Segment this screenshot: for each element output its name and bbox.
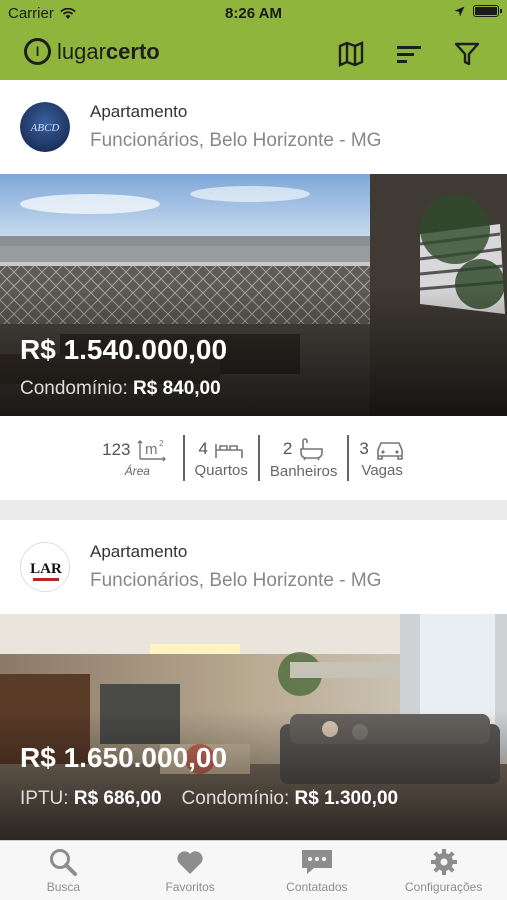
fee-value: R$ 686,00 [73,788,162,809]
listing-photo[interactable]: R$ 1.650.000,00 IPTU: R$ 686,00 Condomín… [0,614,507,840]
clock: 8:26 AM [225,5,282,22]
tab-busca[interactable]: Busca [0,841,127,900]
feature-label: Quartos [194,461,248,479]
agency-logo-text: LAR [30,561,62,577]
area-icon: m2 [137,439,166,462]
status-bar: Carrier 8:26 AM [0,0,507,28]
listing-card[interactable]: LAR Apartamento Funcionários, Belo Horiz… [0,520,507,840]
car-icon [377,441,403,460]
brand-logo[interactable]: l lugarcerto [24,38,160,65]
chat-icon [301,850,332,874]
feature-area: 123 m2 Área [94,438,180,478]
map-icon[interactable] [337,40,365,68]
gear-icon [430,849,457,875]
tab-label: Configurações [404,880,483,894]
listing-photo[interactable]: R$ 1.540.000,00 Condomínio: R$ 840,00 [0,174,507,416]
tab-bar: Busca Favoritos Contatados Configurações [0,840,507,900]
divider [257,435,260,481]
listing-card[interactable]: ABCD Apartamento Funcionários, Belo Hori… [0,80,507,500]
brand-name-regular: lugar [57,38,106,64]
agency-logo-text: ABCD [30,122,60,134]
fee-iptu: IPTU: R$ 686,00 [20,788,162,810]
tab-label: Busca [46,880,81,894]
feature-bathrooms: 2 Banheiros [262,437,346,480]
fee-condominio: Condomínio: R$ 840,00 [20,378,221,400]
feature-value: 123 [102,440,131,459]
listing-header: ABCD Apartamento Funcionários, Belo Hori… [0,80,507,174]
brand-name-bold: certo [105,38,160,64]
fee-value: R$ 1.300,00 [294,788,399,809]
property-type: Apartamento [90,542,188,561]
divider [347,435,350,481]
listing-header: LAR Apartamento Funcionários, Belo Horiz… [0,520,507,614]
feature-label: Banheiros [269,462,338,480]
app-header: l lugarcerto [0,28,507,80]
listing-fees: IPTU: R$ 686,00 Condomínio: R$ 1.300,00 [20,788,398,810]
location-arrow-icon [454,6,465,16]
fee-value: R$ 840,00 [133,378,221,399]
agency-logo: ABCD [20,102,70,152]
search-icon [50,849,78,876]
feature-value: 4 [198,438,208,458]
listing-price: R$ 1.650.000,00 [20,742,228,773]
logo-mark-icon: l [24,38,51,65]
feature-label: Área [124,464,150,478]
fee-label: IPTU: [20,788,69,809]
fee-condominio: Condomínio: R$ 1.300,00 [182,788,399,810]
property-location: Funcionários, Belo Horizonte - MG [90,130,382,151]
filter-icon[interactable] [453,40,481,68]
listing-fees: Condomínio: R$ 840,00 [20,378,221,400]
divider [182,435,185,481]
feature-value: 2 [282,438,293,458]
svg-text:m: m [145,441,158,458]
tab-label: Favoritos [165,880,215,894]
bathtub-icon [300,437,324,460]
feature-value: 3 [359,438,369,458]
battery-icon [473,5,502,17]
heart-icon [177,851,203,874]
feature-label: Vagas [361,461,403,479]
photo-shade [0,710,507,840]
listing-price: R$ 1.540.000,00 [20,334,228,365]
tab-label: Contatados [286,880,348,894]
header-actions [337,40,481,68]
status-right [454,5,502,17]
sort-icon[interactable] [395,40,423,68]
fee-label: Condomínio: [181,788,290,809]
fee-label: Condomínio: [20,378,128,399]
brand-name: lugarcerto [57,39,160,65]
feature-bedrooms: 4 Quartos [187,438,256,479]
top-bar: Carrier 8:26 AM l lugarcerto [0,0,507,80]
listing-features: 123 m2 Área 4 Quartos 2 Banheiros 3 Vaga… [0,416,507,500]
tab-configuracoes[interactable]: Configurações [380,841,507,900]
property-type: Apartamento [90,102,188,121]
svg-text:2: 2 [159,439,164,448]
tab-contatados[interactable]: Contatados [254,841,381,900]
bed-icon [215,443,243,458]
property-location: Funcionários, Belo Horizonte - MG [90,570,382,591]
agency-logo: LAR [20,542,70,592]
feature-parking: 3 Vagas [351,438,412,479]
tab-favoritos[interactable]: Favoritos [127,841,254,900]
